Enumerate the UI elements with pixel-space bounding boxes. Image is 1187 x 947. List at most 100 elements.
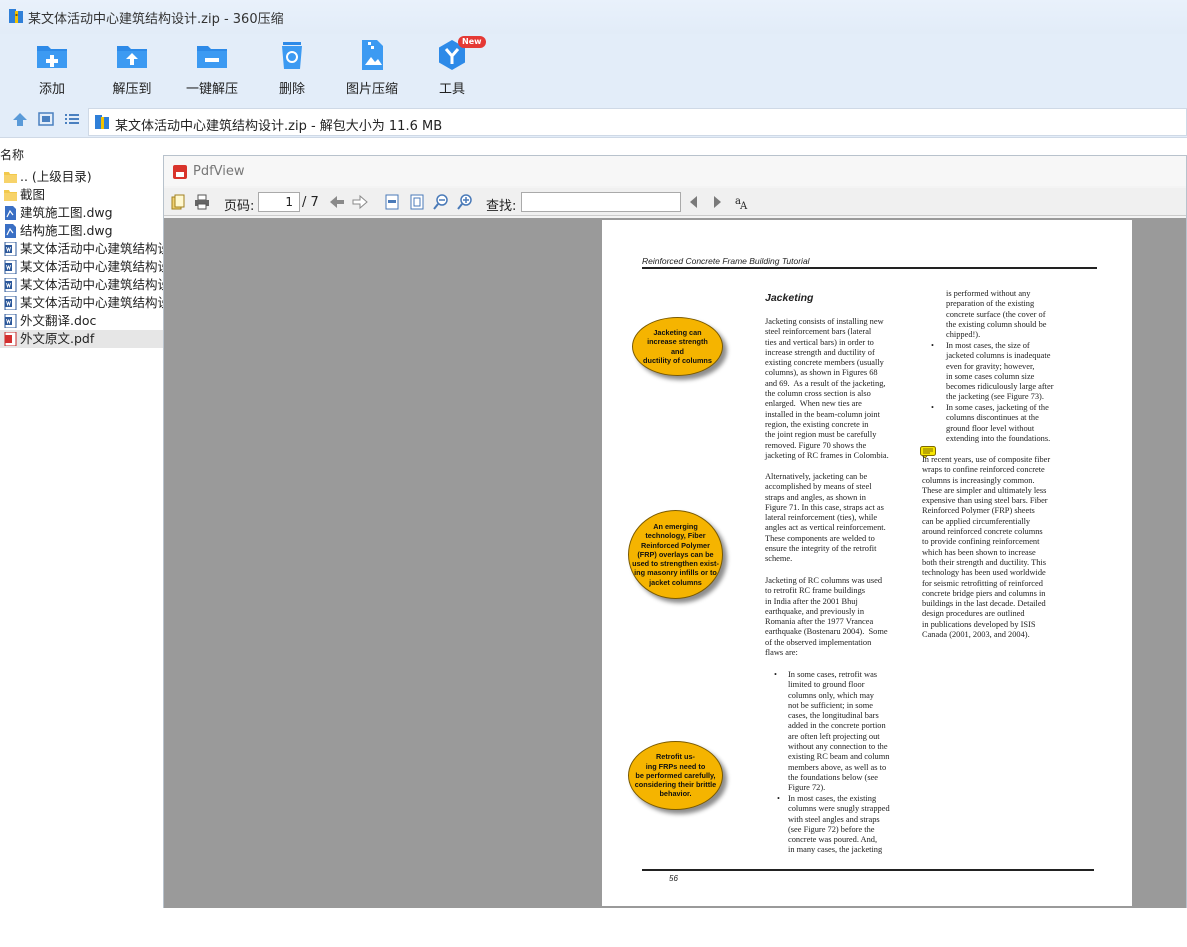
bullet-snugly-strapped: In most cases, the existing columns were…	[788, 794, 890, 855]
page-number-input[interactable]: 1	[258, 192, 300, 212]
file-list-item[interactable]: 某文体活动中心建筑结构设	[0, 240, 163, 258]
word-file-icon	[4, 295, 17, 311]
zoom-in-icon[interactable]	[457, 194, 473, 210]
page-total: / 7	[302, 195, 319, 210]
section-title: Jacketing	[765, 292, 814, 304]
file-name: 某文体活动中心建筑结构设	[20, 241, 163, 256]
paragraph-continued: is performed without any preparation of …	[946, 289, 1047, 340]
main-toolbar: 添加 解压到 一键解压 删除 图片压缩 New 工具	[0, 34, 1187, 98]
window-title: 某文体活动中心建筑结构设计.zip - 360压缩	[28, 12, 284, 27]
file-name: 某文体活动中心建筑结构设	[20, 277, 163, 292]
delete-button[interactable]: 删除	[256, 38, 328, 97]
add-button[interactable]: 添加	[16, 38, 88, 97]
print-icon[interactable]	[194, 194, 210, 210]
tools-button[interactable]: New 工具	[416, 36, 488, 97]
svg-text:A: A	[739, 201, 748, 210]
pdf-toolbar: 页码: 1 / 7 查找: aA	[164, 188, 1186, 216]
bullet-marker: •	[931, 341, 934, 350]
delete-label: 删除	[278, 82, 305, 97]
one-click-extract-label: 一键解压	[185, 82, 238, 97]
word-file-icon	[4, 313, 17, 329]
file-name: 某文体活动中心建筑结构设	[20, 259, 163, 274]
dwg-file-icon	[4, 206, 17, 220]
image-compress-button[interactable]: 图片压缩	[336, 38, 408, 97]
path-text: 某文体活动中心建筑结构设计.zip - 解包大小为 11.6 MB	[115, 119, 443, 134]
footer-rule	[642, 869, 1094, 871]
file-name: 外文翻译.doc	[20, 313, 97, 328]
image-compress-icon	[362, 40, 383, 70]
bullet-marker: •	[777, 794, 780, 803]
page-number: 56	[669, 874, 678, 883]
file-list-item[interactable]: 某文体活动中心建筑结构设	[0, 258, 163, 276]
pdf-preview-titlebar: PdfView	[164, 156, 1186, 186]
pdf-preview-title: PdfView	[193, 164, 245, 179]
image-compress-label: 图片压缩	[345, 82, 398, 97]
zip-archive-icon	[95, 115, 109, 129]
list-view-icon[interactable]	[64, 112, 80, 126]
zoom-out-icon[interactable]	[433, 194, 449, 210]
header-rule	[642, 267, 1097, 269]
recycle-bin-icon	[282, 42, 302, 69]
file-name: 外文原文.pdf	[20, 331, 95, 346]
add-label: 添加	[38, 82, 65, 97]
page-running-header: Reinforced Concrete Frame Building Tutor…	[642, 256, 810, 266]
search-input[interactable]	[521, 192, 681, 212]
zip-archive-icon	[9, 9, 23, 23]
next-page-icon[interactable]	[352, 194, 368, 210]
file-list-item[interactable]: 结构施工图.dwg	[0, 222, 163, 240]
fit-page-icon[interactable]	[409, 194, 425, 210]
file-list-item[interactable]: 某文体活动中心建筑结构设	[0, 276, 163, 294]
folder-icon	[4, 188, 17, 202]
bullet-marker: •	[774, 670, 777, 679]
pdf-app-icon	[173, 165, 187, 179]
paragraph-implementation-flaws: Jacketing of RC columns was used to retr…	[765, 576, 888, 658]
pdf-preview-panel: PdfView 页码: 1 / 7 查找: aA Reinforced Conc…	[163, 155, 1187, 908]
search-label: 查找:	[486, 199, 517, 214]
bullet-ground-floor: In some cases, retrofit was limited to g…	[788, 670, 890, 793]
file-list-item[interactable]: 截图	[0, 186, 163, 204]
thumbnail-view-icon[interactable]	[38, 112, 54, 126]
tools-label: 工具	[438, 82, 465, 97]
file-list-item[interactable]: 建筑施工图.dwg	[0, 204, 163, 222]
one-click-folder-icon	[197, 46, 227, 68]
extract-to-button[interactable]: 解压到	[96, 38, 168, 97]
one-click-extract-button[interactable]: 一键解压	[176, 38, 248, 97]
open-file-icon[interactable]	[170, 194, 186, 210]
add-folder-icon	[37, 46, 67, 68]
extract-to-label: 解压到	[112, 82, 152, 97]
up-arrow-icon[interactable]	[12, 112, 28, 126]
pdf-viewport[interactable]: Reinforced Concrete Frame Building Tutor…	[164, 218, 1186, 908]
page-label: 页码:	[224, 199, 255, 214]
previous-page-icon[interactable]	[329, 194, 345, 210]
file-name: 某文体活动中心建筑结构设	[20, 295, 163, 310]
name-column-header[interactable]: 名称	[0, 146, 24, 163]
folder-icon	[4, 170, 17, 184]
title-bar: 某文体活动中心建筑结构设计.zip - 360压缩	[0, 0, 1187, 34]
word-file-icon	[4, 259, 17, 275]
pdf-page: Reinforced Concrete Frame Building Tutor…	[602, 220, 1132, 906]
file-list-item[interactable]: 外文翻译.doc	[0, 312, 163, 330]
paragraph-composite-fiber: In recent years, use of composite fiber …	[922, 455, 1051, 640]
bullet-discontinues: In some cases, jacketing of the columns …	[946, 403, 1051, 443]
new-badge: New	[458, 36, 486, 48]
search-previous-icon[interactable]	[686, 194, 702, 210]
search-next-icon[interactable]	[709, 194, 725, 210]
file-name: 截图	[20, 187, 46, 202]
fit-width-icon[interactable]	[384, 194, 400, 210]
paragraph-steel-straps: Alternatively, jacketing can be accompli…	[765, 472, 886, 564]
file-list-item[interactable]: .. (上级目录)	[0, 168, 163, 186]
file-name: 结构施工图.dwg	[20, 223, 113, 238]
bullet-column-size: In most cases, the size of jacketed colu…	[946, 341, 1054, 402]
callout-jacketing: Jacketing can increase strength and duct…	[632, 317, 723, 376]
pdf-file-icon	[4, 331, 17, 347]
word-file-icon	[4, 277, 17, 293]
paragraph-jacketing-intro: Jacketing consists of installing new ste…	[765, 317, 889, 460]
file-list-item[interactable]: 外文原文.pdf	[0, 330, 163, 348]
file-list-item[interactable]: 某文体活动中心建筑结构设	[0, 294, 163, 312]
callout-frp-retrofit: Retrofit us- ing FRPs need to be perform…	[628, 741, 723, 810]
file-name: 建筑施工图.dwg	[20, 205, 113, 220]
text-options-icon[interactable]: aA	[734, 194, 750, 210]
path-field[interactable]: 某文体活动中心建筑结构设计.zip - 解包大小为 11.6 MB	[88, 108, 1187, 136]
dwg-file-icon	[4, 224, 17, 238]
callout-frp-technology: An emerging technology, Fiber Reinforced…	[628, 510, 723, 599]
